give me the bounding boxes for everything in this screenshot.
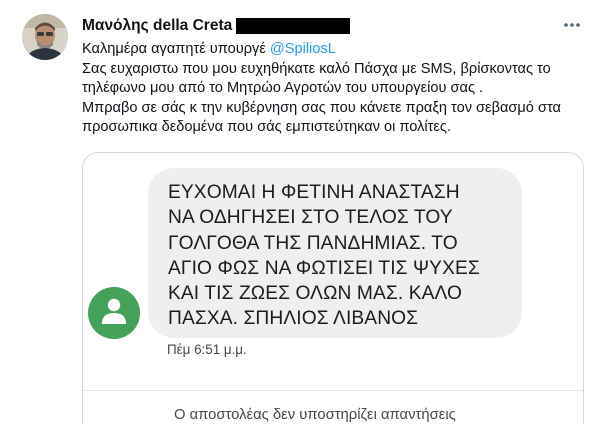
person-icon xyxy=(101,297,127,330)
tweet-greeting-line: Καλημέρα αγαπητέ υπουργέ @SpiliosL xyxy=(82,40,590,60)
sms-no-reply-notice: Ο αποστολέας δεν υποστηρίζει απαντήσεις xyxy=(174,407,456,423)
author-name[interactable]: Μανόλης della Creta xyxy=(82,17,232,35)
sms-message-bubble: ΕΥΧΟΜΑΙ Η ΦΕΤΙΝΗ ΑΝΑΣΤΑΣΗ ΝΑ ΟΔΗΓΗΣΕΙ ΣΤ… xyxy=(148,168,522,338)
tweet-text: Καλημέρα αγαπητέ υπουργέ @SpiliosL Σας ε… xyxy=(82,40,590,138)
sms-message-line: ΚΑΙ ΤΙΣ ΖΩΕΣ ΟΛΩΝ ΜΑΣ. ΚΑΛΟ xyxy=(168,283,463,305)
tweet[interactable]: Μανόλης della Creta Καλημέρα αγαπητέ υπο… xyxy=(0,0,592,424)
more-horizontal-icon[interactable] xyxy=(555,12,589,38)
author-avatar[interactable] xyxy=(22,14,68,60)
attached-image[interactable]: ΕΥΧΟΜΑΙ Η ΦΕΤΙΝΗ ΑΝΑΣΤΑΣΗ ΝΑ ΟΔΗΓΗΣΕΙ ΣΤ… xyxy=(82,152,584,424)
sms-message-line: ΕΥΧΟΜΑΙ Η ΦΕΤΙΝΗ ΑΝΑΣΤΑΣΗ xyxy=(168,182,460,203)
redacted-handle xyxy=(236,18,351,34)
sms-message-line: ΝΑ ΟΔΗΓΗΣΕΙ ΣΤΟ ΤΕΛΟΣ ΤΟΥ xyxy=(168,207,453,229)
sms-message-line: ΓΟΛΓΟΘΑ ΤΗΣ ΠΑΝΔΗΜΙΑΣ. ΤΟ xyxy=(168,232,458,254)
tweet-header: Μανόλης della Creta xyxy=(82,16,351,36)
sms-timestamp: Πέμ 6:51 μ.μ. xyxy=(167,342,247,357)
sms-divider xyxy=(83,390,583,391)
tweet-text-line: προσωπικα δεδομένα που σάς εμπιστεύτηκαν… xyxy=(82,119,452,135)
sms-message-line: ΑΓΙΟ ΦΩΣ ΝΑ ΦΩΤΙΣΕΙ ΤΙΣ ΨΥΧΕΣ xyxy=(168,257,480,279)
mention-link[interactable]: @SpiliosL xyxy=(270,41,336,57)
tweet-text-line: τηλέφωνο μου από το Μητρώο Αγροτών του υ… xyxy=(82,80,484,96)
greeting-text: Καλημέρα αγαπητέ υπουργέ xyxy=(82,41,270,57)
sms-message-line: ΠΑΣΧΑ. ΣΠΗΛΙΟΣ ΛΙΒΑΝΟΣ xyxy=(168,308,419,330)
tweet-text-line: Σας ευχαριστω που μου ευχηθήκατε καλό Πά… xyxy=(82,60,551,77)
tweet-text-line: Μπραβο σε σάς κ την κυβέρνηση σας που κά… xyxy=(82,99,561,116)
sender-avatar xyxy=(88,287,140,339)
